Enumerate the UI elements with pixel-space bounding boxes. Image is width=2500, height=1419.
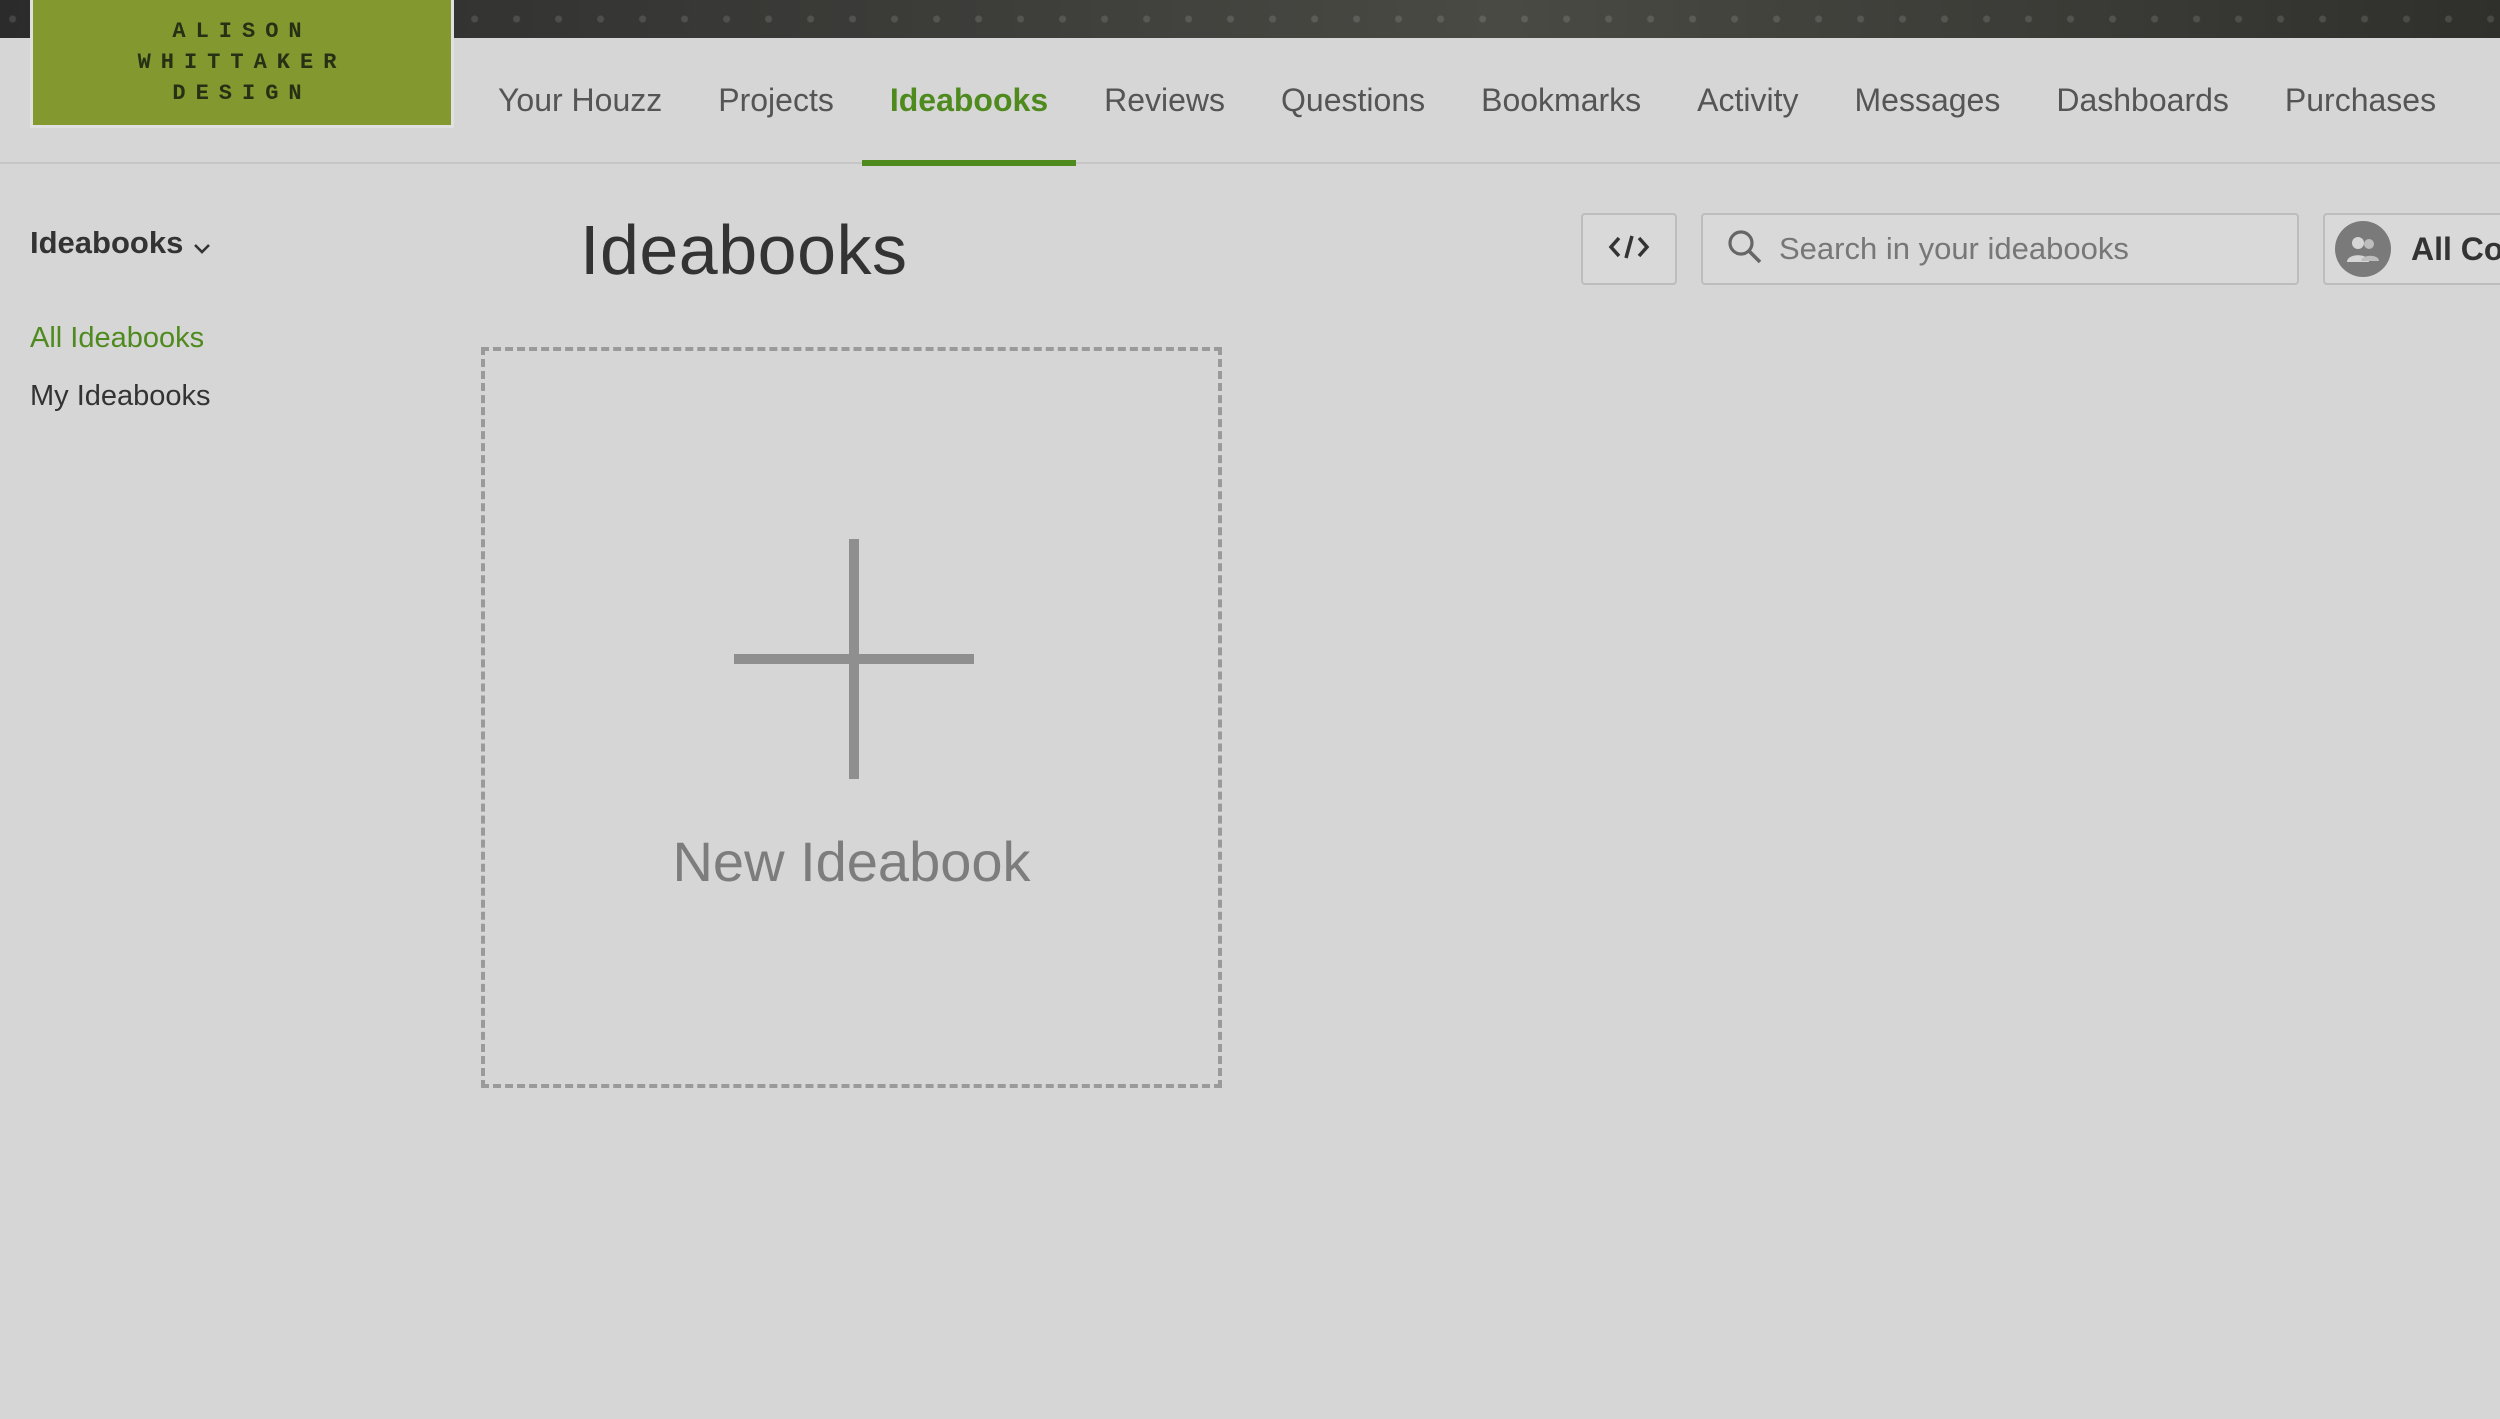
tab-ideabooks[interactable]: Ideabooks <box>861 38 1077 166</box>
users-icon <box>2335 221 2391 277</box>
tab-dashboards[interactable]: Dashboards <box>2028 38 2257 162</box>
nav-tabs: Your Houzz Projects Ideabooks Reviews Qu… <box>470 38 2464 166</box>
sidebar-item-my-ideabooks[interactable]: My Ideabooks <box>30 367 410 425</box>
new-ideabook-label: New Ideabook <box>672 830 1031 893</box>
plus-icon <box>734 539 974 779</box>
collaborators-filter-button[interactable]: All Co <box>2323 213 2500 285</box>
chevron-down-icon <box>191 232 213 254</box>
houzz-ideabooks-page: ALISON WHITTAKER DESIGN Your Houzz Proje… <box>0 0 2500 1419</box>
tab-purchases[interactable]: Purchases <box>2257 38 2464 162</box>
tab-questions[interactable]: Questions <box>1253 38 1453 162</box>
page-title: Ideabooks <box>580 211 908 289</box>
search-input[interactable] <box>1779 231 2279 267</box>
search-icon <box>1725 227 1765 272</box>
tab-reviews[interactable]: Reviews <box>1076 38 1253 162</box>
tab-your-houzz[interactable]: Your Houzz <box>470 38 690 162</box>
profile-nav: Your Houzz Projects Ideabooks Reviews Qu… <box>0 38 2500 166</box>
tab-messages[interactable]: Messages <box>1827 38 2029 162</box>
ideabooks-sidebar: Ideabooks All Ideabooks My Ideabooks <box>30 225 410 425</box>
tab-bookmarks[interactable]: Bookmarks <box>1453 38 1669 162</box>
sidebar-heading-label: Ideabooks <box>30 225 184 260</box>
embed-code-button[interactable] <box>1581 213 1677 285</box>
collaborators-label: All Co <box>2411 230 2500 267</box>
sidebar-list: All Ideabooks My Ideabooks <box>30 309 410 425</box>
new-ideabook-card[interactable]: New Ideabook <box>481 347 1222 1088</box>
sidebar-heading-dropdown[interactable]: Ideabooks <box>30 225 410 261</box>
tab-projects[interactable]: Projects <box>690 38 862 162</box>
tab-activity[interactable]: Activity <box>1669 38 1826 162</box>
sidebar-item-all-ideabooks[interactable]: All Ideabooks <box>30 309 410 367</box>
code-icon <box>1607 232 1651 267</box>
search-box <box>1701 213 2299 285</box>
